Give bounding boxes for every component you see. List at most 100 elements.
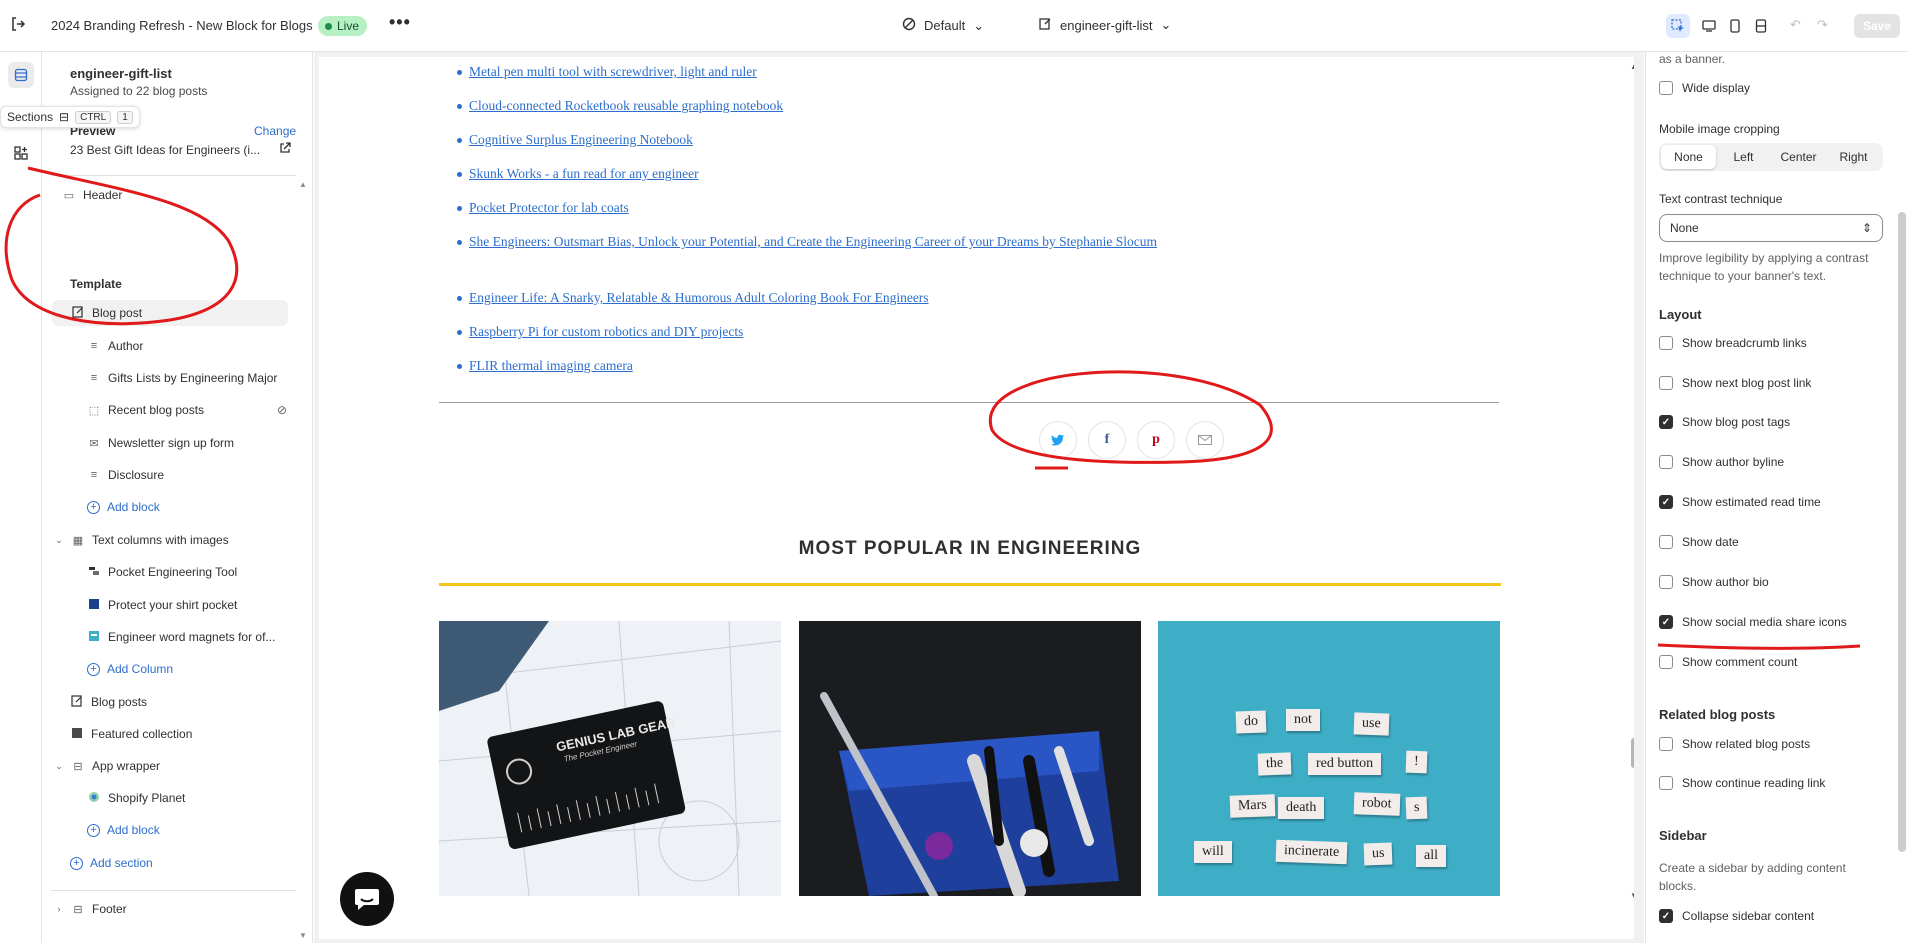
gift-link[interactable]: FLIR thermal imaging camera <box>457 355 1229 377</box>
layout-option-comment-count[interactable]: Show comment count <box>1659 655 1797 669</box>
gift-link[interactable]: Skunk Works - a fun read for any enginee… <box>457 163 1229 185</box>
text-block-icon: ≡ <box>90 340 98 352</box>
email-share-icon[interactable] <box>1186 421 1224 459</box>
tree-item-disclosure[interactable]: ≡ Disclosure <box>87 462 164 488</box>
layout-option-next-link[interactable]: Show next blog post link <box>1659 376 1811 390</box>
facebook-share-icon[interactable]: f <box>1088 421 1126 459</box>
sections-icon[interactable] <box>8 62 34 88</box>
gift-link[interactable]: Cloud-connected Rocketbook reusable grap… <box>457 95 1229 117</box>
layout-option-breadcrumb[interactable]: Show breadcrumb links <box>1659 336 1807 350</box>
apps-icon[interactable] <box>8 140 34 166</box>
scroll-thumb[interactable] <box>1631 738 1634 768</box>
full-width-view-icon[interactable] <box>1749 14 1773 38</box>
checkbox-box[interactable] <box>1659 455 1673 469</box>
add-block-button[interactable]: + Add block <box>87 817 160 843</box>
checkbox-box[interactable] <box>1659 81 1673 95</box>
tree-item-recent-posts[interactable]: ⬚ Recent blog posts ⊘ <box>87 397 287 423</box>
panel-scrollbar[interactable]: ▲ ▼ <box>299 180 309 940</box>
checkbox-box[interactable] <box>1659 376 1673 390</box>
crop-option-center[interactable]: Center <box>1771 145 1826 169</box>
wide-display-checkbox[interactable]: Wide display <box>1659 81 1750 95</box>
tree-item-header[interactable]: ▭ Header <box>62 182 123 208</box>
pinterest-share-icon[interactable]: p <box>1137 421 1175 459</box>
chevron-down-icon[interactable]: ⌄ <box>54 761 64 772</box>
layout-option-tags[interactable]: ✓ Show blog post tags <box>1659 415 1790 429</box>
checkbox-box[interactable] <box>1659 776 1673 790</box>
checkbox-box[interactable]: ✓ <box>1659 495 1673 509</box>
desktop-view-icon[interactable] <box>1697 14 1721 38</box>
gift-link[interactable]: She Engineers: Outsmart Bias, Unlock you… <box>457 231 1209 253</box>
tree-item-blog-post[interactable]: ⌄ Blog post <box>52 300 288 326</box>
contrast-select[interactable]: None ⇕ <box>1659 214 1883 242</box>
checkbox-box[interactable]: ✓ <box>1659 909 1673 923</box>
canvas-scrollbar[interactable]: ▲ ▼ <box>1629 62 1634 939</box>
exit-icon[interactable] <box>10 16 26 37</box>
twitter-share-icon[interactable] <box>1039 421 1077 459</box>
gift-link[interactable]: Raspberry Pi for custom robotics and DIY… <box>457 321 1229 343</box>
change-preview-link[interactable]: Change <box>254 124 296 138</box>
gift-link[interactable]: Cognitive Surplus Engineering Notebook <box>457 129 1229 151</box>
crop-option-none[interactable]: None <box>1661 145 1716 169</box>
product-image-word-magnets[interactable]: do not use the red button! Mars death robot s wil… <box>1158 621 1500 896</box>
related-option-show-related[interactable]: Show related blog posts <box>1659 737 1810 751</box>
tree-item-word-magnets[interactable]: Engineer word magnets for of... <box>87 624 275 650</box>
checkbox-box[interactable] <box>1659 336 1673 350</box>
checkbox-box[interactable] <box>1659 655 1673 669</box>
add-block-button[interactable]: + Add block <box>87 494 160 520</box>
tree-item-featured-collection[interactable]: Featured collection <box>70 721 192 747</box>
tree-item-protect-shirt[interactable]: Protect your shirt pocket <box>87 592 237 618</box>
undo-icon[interactable]: ↶ <box>1790 17 1801 33</box>
scroll-up-icon[interactable]: ▲ <box>1630 62 1634 71</box>
layout-option-read-time[interactable]: ✓ Show estimated read time <box>1659 495 1821 509</box>
tree-item-pocket-tool[interactable]: Pocket Engineering Tool <box>87 559 237 585</box>
hidden-eye-icon[interactable]: ⊘ <box>277 403 287 417</box>
layout-option-byline[interactable]: Show author byline <box>1659 455 1784 469</box>
checkbox-box[interactable]: ✓ <box>1659 415 1673 429</box>
tree-item-newsletter[interactable]: ✉ Newsletter sign up form <box>87 430 234 456</box>
settings-scrollbar[interactable] <box>1898 212 1906 852</box>
layout-option-author-bio[interactable]: Show author bio <box>1659 575 1769 589</box>
gift-link[interactable]: Pocket Protector for lab coats <box>457 197 1229 219</box>
mobile-view-icon[interactable] <box>1723 14 1747 38</box>
tree-item-app-wrapper[interactable]: ⌄ ⊟ App wrapper <box>54 753 160 779</box>
checkbox-box[interactable]: ✓ <box>1659 615 1673 629</box>
scroll-up-icon[interactable]: ▲ <box>299 180 307 189</box>
related-option-continue-link[interactable]: Show continue reading link <box>1659 776 1825 790</box>
tree-item-text-columns[interactable]: ⌄ ▦ Text columns with images <box>54 527 229 553</box>
inspector-icon[interactable] <box>1666 14 1690 38</box>
external-link-icon[interactable] <box>279 142 291 157</box>
checkbox-box[interactable] <box>1659 535 1673 549</box>
add-section-button[interactable]: + Add section <box>70 850 153 876</box>
tree-item-gifts-lists[interactable]: ≡ Gifts Lists by Engineering Major <box>87 365 278 391</box>
tree-item-label: Footer <box>92 902 127 916</box>
checkbox-box[interactable] <box>1659 575 1673 589</box>
mobile-crop-segmented-control[interactable]: None Left Center Right <box>1659 143 1883 171</box>
product-image-pocket-protector[interactable] <box>799 621 1141 896</box>
gift-link[interactable]: Metal pen multi tool with screwdriver, l… <box>457 61 1229 83</box>
chevron-right-icon[interactable]: › <box>54 904 64 914</box>
layout-option-share-icons[interactable]: ✓ Show social media share icons <box>1659 615 1847 629</box>
more-actions-icon[interactable]: ••• <box>389 12 411 33</box>
chevron-down-icon[interactable]: ⌄ <box>54 308 64 319</box>
template-selector[interactable]: engineer-gift-list ⌄ <box>1039 17 1171 33</box>
crop-option-right[interactable]: Right <box>1826 145 1881 169</box>
tree-item-shopify-planet[interactable]: Shopify Planet <box>87 785 185 811</box>
product-image-pocket-tool[interactable]: GENIUS LAB GEAR The Pocket Engineer <box>439 621 781 896</box>
add-column-button[interactable]: + Add Column <box>87 656 173 682</box>
tree-item-footer[interactable]: › ⊟ Footer <box>54 896 127 922</box>
theme-selector[interactable]: Default ⌄ <box>902 17 984 34</box>
chat-widget-button[interactable] <box>340 872 394 926</box>
checkbox-box[interactable] <box>1659 737 1673 751</box>
layout-option-date[interactable]: Show date <box>1659 535 1739 549</box>
save-button[interactable]: Save <box>1854 14 1900 38</box>
redo-icon[interactable]: ↷ <box>1817 17 1828 33</box>
tree-item-blog-posts[interactable]: Blog posts <box>70 689 147 715</box>
chevron-down-icon[interactable]: ⌄ <box>54 535 64 546</box>
scroll-down-icon[interactable]: ▼ <box>1630 891 1634 900</box>
collapse-sidebar-checkbox[interactable]: ✓ Collapse sidebar content <box>1659 909 1814 923</box>
scroll-down-icon[interactable]: ▼ <box>299 931 307 940</box>
gift-link[interactable]: Engineer Life: A Snarky, Relatable & Hum… <box>457 287 1229 309</box>
crop-option-left[interactable]: Left <box>1716 145 1771 169</box>
tree-item-author[interactable]: ≡ Author <box>87 333 144 359</box>
add-block-label: Add block <box>107 823 160 837</box>
